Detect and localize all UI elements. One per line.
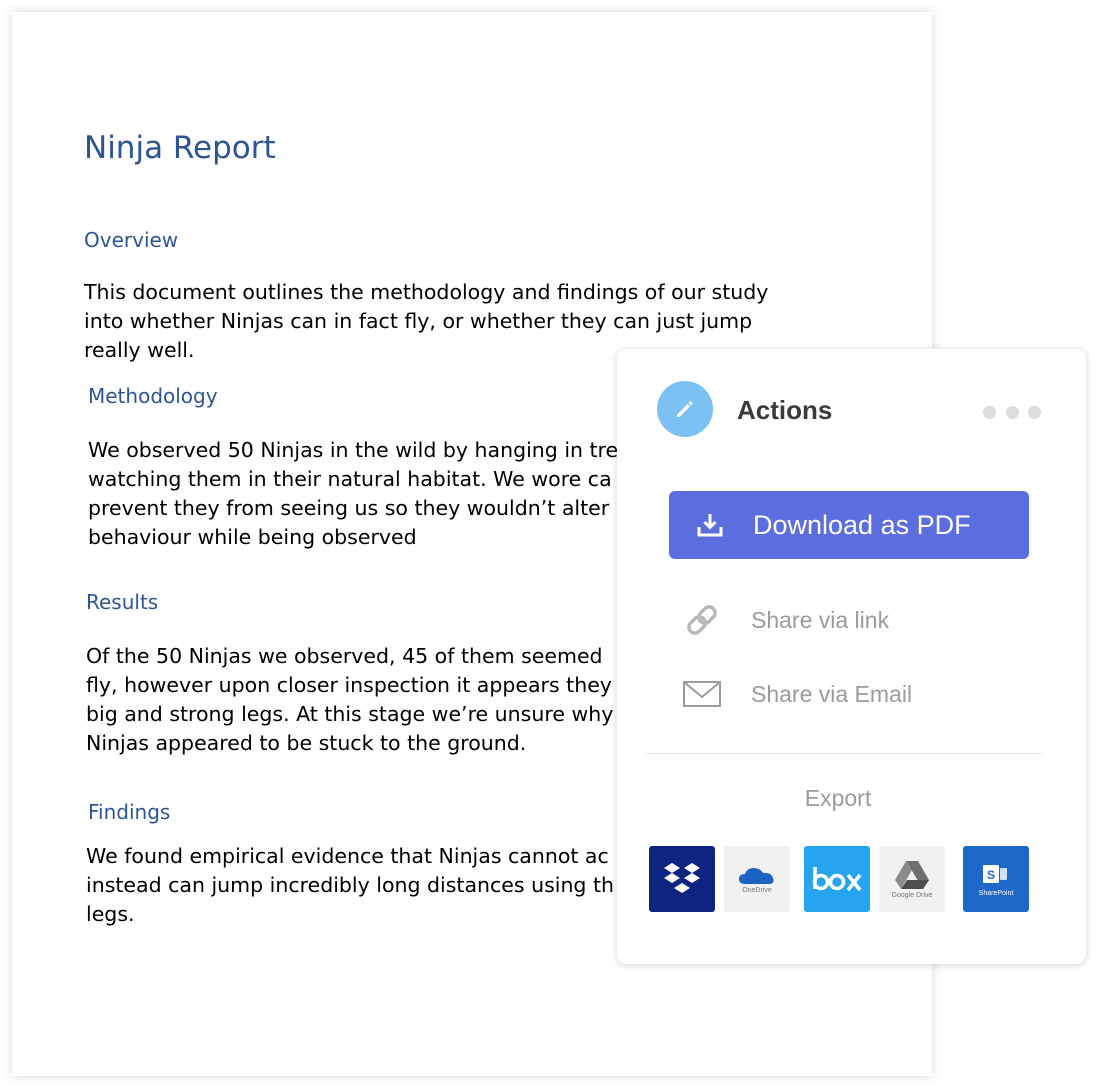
export-google-drive-button[interactable]: Google Drive: [879, 846, 945, 912]
share-via-link-button[interactable]: Share via link: [681, 600, 1041, 640]
more-dot-icon: [1005, 405, 1019, 419]
sharepoint-icon: S: [983, 865, 1007, 883]
dropbox-icon: [664, 863, 700, 893]
download-pdf-label: Download as PDF: [753, 509, 971, 540]
export-dropbox-button[interactable]: [649, 846, 715, 912]
document-title: Ninja Report: [84, 130, 276, 166]
pencil-icon: [657, 381, 713, 437]
divider: [646, 753, 1042, 754]
section-body-methodology: We observed 50 Ninjas in the wild by han…: [88, 438, 619, 549]
sharepoint-caption: SharePoint: [978, 890, 1014, 897]
export-sharepoint-button[interactable]: S SharePoint: [963, 846, 1029, 912]
google-drive-icon: [895, 861, 929, 889]
actions-title: Actions: [737, 395, 833, 425]
download-icon: [697, 514, 723, 537]
section-heading-results: Results: [86, 590, 159, 614]
box-icon: [812, 867, 862, 892]
svg-text:S: S: [987, 868, 995, 882]
more-dot-icon: [1028, 405, 1041, 419]
share-via-email-label: Share via Email: [751, 680, 913, 707]
share-via-link-label: Share via link: [751, 606, 890, 633]
onedrive-icon: [739, 868, 774, 884]
stage: Ninja Report Overview This document outl…: [0, 0, 1098, 1086]
mail-icon: [681, 674, 723, 714]
more-options-button[interactable]: [983, 403, 1041, 421]
share-via-email-button[interactable]: Share via Email: [681, 674, 1041, 714]
more-dot-icon: [983, 405, 996, 419]
export-onedrive-button[interactable]: OneDrive: [724, 846, 790, 912]
onedrive-caption: OneDrive: [742, 887, 772, 894]
export-label: Export: [804, 785, 872, 811]
section-heading-findings: Findings: [88, 800, 171, 824]
section-heading-methodology: Methodology: [88, 384, 218, 408]
section-body-findings: We found empirical evidence that Ninjas …: [86, 844, 614, 926]
google-drive-caption: Google Drive: [891, 892, 933, 899]
section-body-results: Of the 50 Ninjas we observed, 45 of them…: [86, 644, 614, 755]
export-box-button[interactable]: [804, 846, 870, 912]
download-pdf-button[interactable]: Download as PDF: [669, 491, 1029, 559]
section-heading-overview: Overview: [84, 228, 179, 252]
actions-panel: Actions Download as PDF Share via link S…: [617, 349, 1086, 964]
link-icon: [681, 600, 723, 640]
